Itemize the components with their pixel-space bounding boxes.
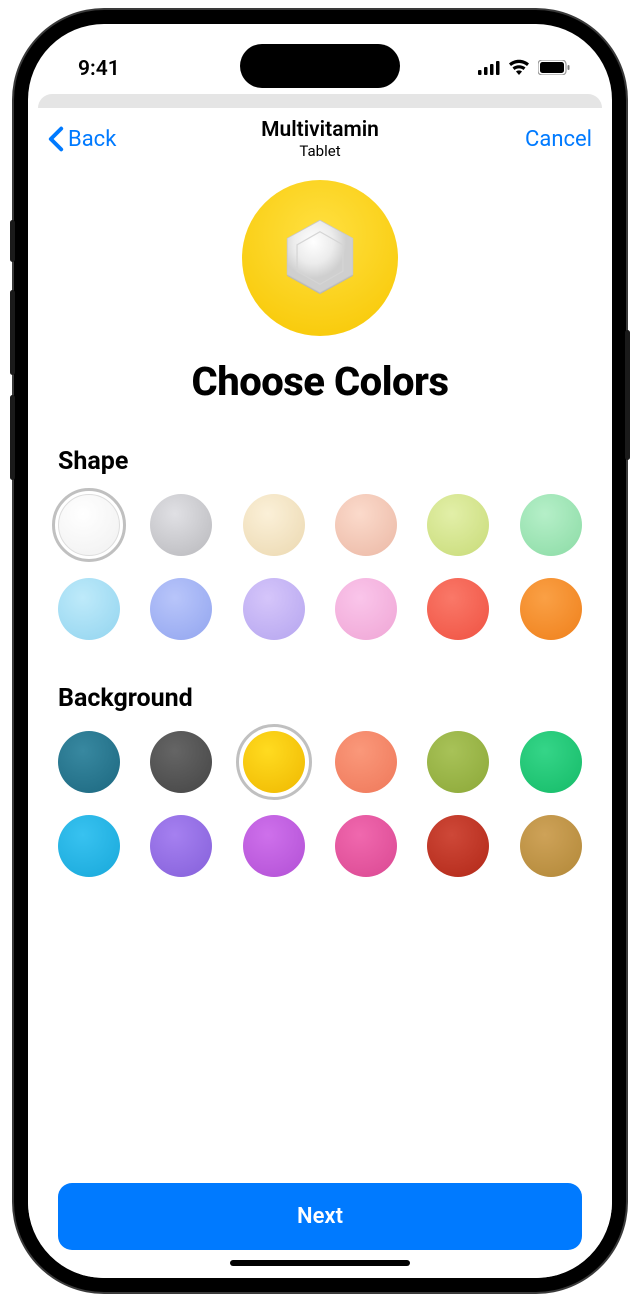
background-color-olive[interactable]: [427, 731, 489, 793]
preview-background-circle: [242, 180, 398, 336]
navigation-bar: Back Multivitamin Tablet Cancel: [28, 108, 612, 170]
status-time: 9:41: [78, 57, 120, 81]
back-button[interactable]: Back: [48, 126, 116, 152]
shape-color-red[interactable]: [427, 578, 489, 640]
shape-section-label: Shape: [58, 447, 582, 476]
shape-color-section: Shape: [58, 447, 582, 680]
background-color-green[interactable]: [520, 731, 582, 793]
cancel-button[interactable]: Cancel: [525, 127, 592, 152]
background-color-yellow[interactable]: [243, 731, 305, 793]
shape-color-peach[interactable]: [335, 494, 397, 556]
nav-title-sub: Tablet: [261, 142, 379, 160]
chevron-left-icon: [48, 126, 64, 152]
background-section-label: Background: [58, 684, 582, 713]
background-color-violet[interactable]: [243, 815, 305, 877]
background-color-teal[interactable]: [58, 731, 120, 793]
battery-icon: [538, 60, 570, 79]
nav-title-main: Multivitamin: [261, 118, 379, 142]
shape-color-cream[interactable]: [243, 494, 305, 556]
page-title: Choose Colors: [192, 358, 449, 405]
background-color-purple[interactable]: [150, 815, 212, 877]
shape-color-mint[interactable]: [520, 494, 582, 556]
preview-section: Choose Colors: [58, 170, 582, 435]
shape-color-pink[interactable]: [335, 578, 397, 640]
background-color-blue[interactable]: [58, 815, 120, 877]
shape-color-lime[interactable]: [427, 494, 489, 556]
next-button[interactable]: Next: [58, 1183, 582, 1250]
shape-color-periwinkle[interactable]: [150, 578, 212, 640]
shape-color-lavender[interactable]: [243, 578, 305, 640]
hexagon-tablet-icon: [279, 217, 361, 299]
background-color-charcoal[interactable]: [150, 731, 212, 793]
shape-color-orange[interactable]: [520, 578, 582, 640]
cellular-signal-icon: [478, 60, 500, 79]
back-label: Back: [68, 127, 116, 152]
background-color-magenta[interactable]: [335, 815, 397, 877]
nav-title: Multivitamin Tablet: [261, 118, 379, 160]
home-indicator[interactable]: [230, 1260, 410, 1266]
background-color-darkred[interactable]: [427, 815, 489, 877]
shape-color-white[interactable]: [58, 494, 120, 556]
shape-color-gray[interactable]: [150, 494, 212, 556]
background-color-coral[interactable]: [335, 731, 397, 793]
background-color-tan[interactable]: [520, 815, 582, 877]
background-color-section: Background: [58, 684, 582, 917]
shape-color-sky[interactable]: [58, 578, 120, 640]
wifi-icon: [508, 59, 530, 79]
